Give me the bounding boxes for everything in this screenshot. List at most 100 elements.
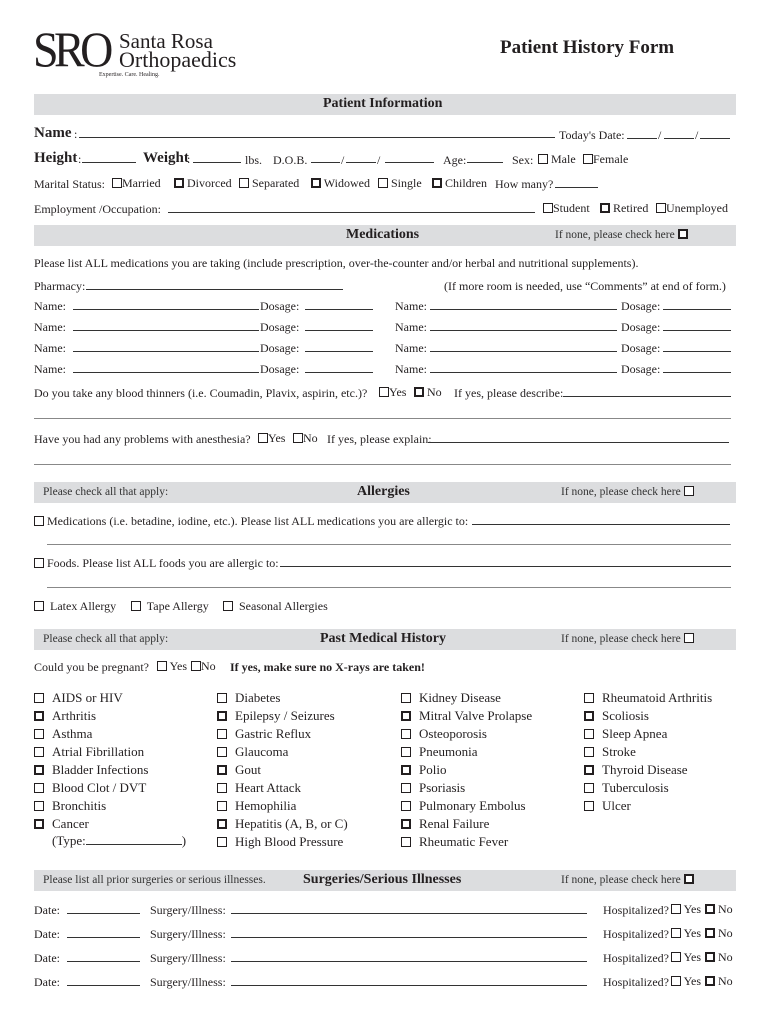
hospitalized-yes[interactable]: Yes — [671, 926, 701, 941]
checkbox[interactable] — [584, 711, 594, 721]
surgery-illness-field[interactable] — [231, 985, 587, 986]
condition-option[interactable]: Gastric Reflux — [217, 725, 348, 743]
condition-option[interactable]: Mitral Valve Prolapse — [401, 707, 532, 725]
med-dosage-field-left[interactable] — [305, 372, 373, 373]
condition-option[interactable]: Hepatitis (A, B, or C) — [217, 815, 348, 833]
children-count-field[interactable] — [555, 187, 598, 188]
employment-retired-option[interactable]: Retired — [600, 201, 648, 216]
checkbox[interactable] — [600, 203, 610, 213]
pharmacy-field[interactable] — [86, 289, 343, 290]
med-name-field-right[interactable] — [430, 351, 617, 352]
condition-option[interactable]: Hemophilia — [217, 797, 348, 815]
checkbox[interactable] — [217, 819, 227, 829]
condition-option[interactable]: Glaucoma — [217, 743, 348, 761]
checkbox[interactable] — [671, 976, 681, 986]
checkbox[interactable] — [705, 904, 715, 914]
checkbox[interactable] — [174, 178, 184, 188]
allergy-foods-line2[interactable] — [47, 587, 731, 588]
none-checkbox[interactable] — [677, 229, 688, 239]
marital-single-option[interactable]: Single — [378, 176, 422, 191]
checkbox[interactable] — [401, 693, 411, 703]
checkbox[interactable] — [584, 801, 594, 811]
condition-option[interactable]: Renal Failure — [401, 815, 532, 833]
checkbox[interactable] — [34, 601, 44, 611]
checkbox[interactable] — [401, 729, 411, 739]
checkbox[interactable] — [258, 433, 268, 443]
condition-option[interactable]: AIDS or HIV — [34, 689, 148, 707]
condition-option[interactable]: Psoriasis — [401, 779, 532, 797]
surgery-illness-field[interactable] — [231, 961, 587, 962]
checkbox[interactable] — [217, 801, 227, 811]
checkbox[interactable] — [293, 433, 303, 443]
checkbox[interactable] — [112, 178, 122, 188]
height-field[interactable] — [82, 162, 136, 163]
condition-option[interactable]: Polio — [401, 761, 532, 779]
checkbox[interactable] — [401, 711, 411, 721]
med-dosage-field-left[interactable] — [305, 330, 373, 331]
checkbox[interactable] — [34, 558, 44, 568]
todays-date-year[interactable] — [700, 138, 730, 139]
blood-thinners-yes[interactable]: Yes — [379, 385, 406, 400]
med-name-field-right[interactable] — [430, 372, 617, 373]
checkbox[interactable] — [671, 928, 681, 938]
checkbox[interactable] — [584, 765, 594, 775]
age-field[interactable] — [467, 162, 503, 163]
condition-option[interactable]: Atrial Fibrillation — [34, 743, 148, 761]
med-dosage-field-right[interactable] — [663, 351, 731, 352]
hospitalized-yes[interactable]: Yes — [671, 974, 701, 989]
med-name-field-right[interactable] — [430, 330, 617, 331]
checkbox[interactable] — [191, 661, 201, 671]
employment-student-option[interactable]: Student — [543, 201, 590, 216]
checkbox[interactable] — [705, 928, 715, 938]
surgery-date-field[interactable] — [67, 937, 140, 938]
checkbox[interactable] — [584, 747, 594, 757]
checkbox[interactable] — [34, 801, 44, 811]
condition-option[interactable]: Pulmonary Embolus — [401, 797, 532, 815]
med-dosage-field-left[interactable] — [305, 351, 373, 352]
condition-option[interactable]: Bronchitis — [34, 797, 148, 815]
sex-male-option[interactable]: Male — [538, 152, 576, 167]
surgery-date-field[interactable] — [67, 985, 140, 986]
med-dosage-field-right[interactable] — [663, 372, 731, 373]
condition-option[interactable]: Tuberculosis — [584, 779, 712, 797]
checkbox[interactable] — [34, 747, 44, 757]
none-checkbox[interactable] — [683, 874, 694, 884]
condition-option[interactable]: Kidney Disease — [401, 689, 532, 707]
condition-option[interactable]: Stroke — [584, 743, 712, 761]
checkbox[interactable] — [401, 765, 411, 775]
latex-allergy-option[interactable]: Latex Allergy — [34, 599, 116, 614]
checkbox[interactable] — [379, 387, 389, 397]
condition-option[interactable]: Asthma — [34, 725, 148, 743]
surgery-date-field[interactable] — [67, 913, 140, 914]
checkbox[interactable] — [584, 729, 594, 739]
weight-field[interactable] — [193, 162, 241, 163]
checkbox[interactable] — [157, 661, 167, 671]
marital-married-option[interactable]: Married — [112, 176, 161, 191]
condition-option[interactable]: Osteoporosis — [401, 725, 532, 743]
med-name-field-left[interactable] — [73, 372, 259, 373]
sex-female-option[interactable]: Female — [583, 152, 628, 167]
pregnant-no[interactable]: No — [191, 659, 216, 674]
marital-divorced-option[interactable]: Divorced — [174, 176, 232, 191]
marital-separated-option[interactable]: Separated — [239, 176, 299, 191]
checkbox[interactable] — [656, 203, 666, 213]
surgery-illness-field[interactable] — [231, 913, 587, 914]
checkbox[interactable] — [217, 711, 227, 721]
blood-thinners-describe-line2[interactable] — [34, 418, 731, 419]
condition-option[interactable]: Heart Attack — [217, 779, 348, 797]
hospitalized-yes[interactable]: Yes — [671, 950, 701, 965]
checkbox[interactable] — [34, 693, 44, 703]
checkbox[interactable] — [671, 904, 681, 914]
condition-option[interactable]: Thyroid Disease — [584, 761, 712, 779]
checkbox[interactable] — [401, 783, 411, 793]
med-dosage-field-left[interactable] — [305, 309, 373, 310]
allergy-medications-line2[interactable] — [47, 544, 731, 545]
anesthesia-no[interactable]: No — [293, 431, 318, 446]
surgery-illness-field[interactable] — [231, 937, 587, 938]
none-checkbox[interactable] — [683, 486, 694, 496]
allergy-foods-option[interactable]: Foods. Please list ALL foods you are all… — [34, 556, 279, 571]
dob-month[interactable] — [311, 162, 340, 163]
checkbox[interactable] — [432, 178, 442, 188]
med-dosage-field-right[interactable] — [663, 309, 731, 310]
anesthesia-yes[interactable]: Yes — [258, 431, 285, 446]
